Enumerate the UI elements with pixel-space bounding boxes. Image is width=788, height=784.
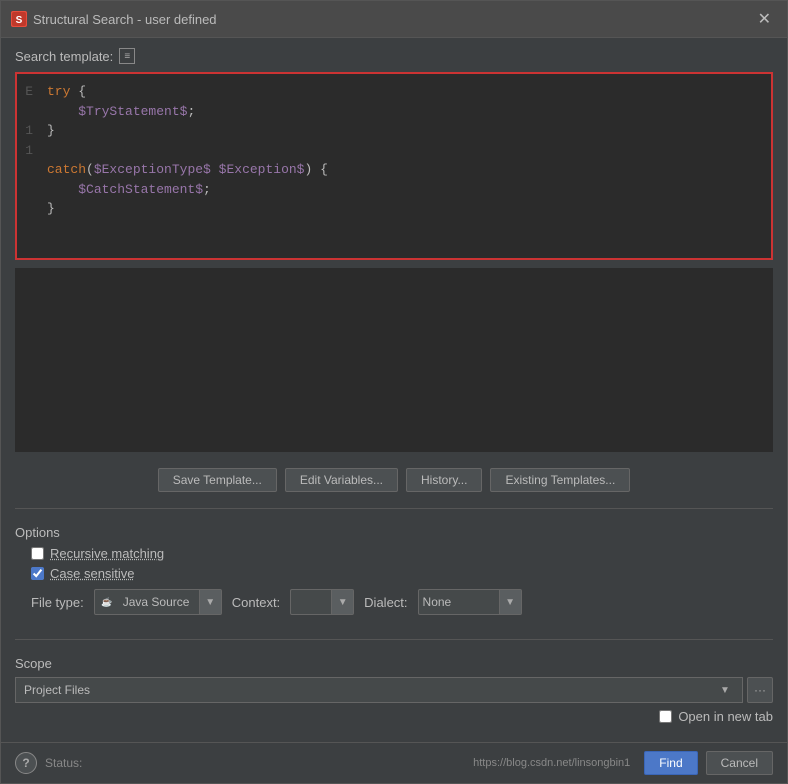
existing-templates-button[interactable]: Existing Templates...	[490, 468, 630, 492]
code-line-1: try {	[47, 82, 761, 102]
scope-value: Project Files	[24, 683, 716, 697]
java-icon: ☕	[99, 594, 115, 610]
svg-text:S: S	[16, 15, 23, 26]
file-type-row: File type: ☕ Java Source ▼ Context: ▼ Di…	[31, 589, 757, 615]
case-sensitive-checkbox[interactable]	[31, 567, 44, 580]
open-new-tab-label[interactable]: Open in new tab	[678, 709, 773, 724]
dialog-title: Structural Search - user defined	[33, 12, 217, 27]
code-line-2: $TryStatement$;	[47, 102, 761, 122]
close-button[interactable]: ✕	[752, 7, 777, 31]
file-type-label: File type:	[31, 595, 84, 610]
recursive-matching-row: Recursive matching	[31, 546, 757, 561]
find-button[interactable]: Find	[644, 751, 697, 775]
open-new-tab-row: Open in new tab	[15, 709, 773, 724]
code-line-4	[47, 141, 761, 161]
title-bar-left: S Structural Search - user defined	[11, 11, 217, 27]
save-template-button[interactable]: Save Template...	[158, 468, 277, 492]
scope-label: Scope	[15, 656, 773, 671]
scope-row: Project Files ▼ ···	[15, 677, 773, 703]
code-editor[interactable]: E 1 1 try { $TryStatement$; } catch($Exc…	[15, 72, 773, 260]
help-button[interactable]: ?	[15, 752, 37, 774]
divider-1	[15, 508, 773, 509]
options-label: Options	[15, 525, 773, 540]
bottom-bar: ? Status: https://blog.csdn.net/linsongb…	[1, 742, 787, 783]
scope-more-button[interactable]: ···	[747, 677, 773, 703]
file-type-value: Java Source	[119, 595, 199, 609]
options-section: Options Recursive matching Case sensitiv…	[15, 521, 773, 627]
case-sensitive-row: Case sensitive	[31, 566, 757, 581]
recursive-matching-checkbox[interactable]	[31, 547, 44, 560]
dialog-body: Search template: ≡ E 1 1 try { $TryState…	[1, 38, 787, 742]
open-new-tab-checkbox[interactable]	[659, 710, 672, 723]
code-line-7: }	[47, 199, 761, 219]
status-label: Status:	[45, 756, 82, 770]
edit-variables-button[interactable]: Edit Variables...	[285, 468, 398, 492]
dialect-select[interactable]: None ▼	[418, 589, 522, 615]
template-icon: ≡	[119, 48, 135, 64]
file-type-select[interactable]: ☕ Java Source ▼	[94, 589, 222, 615]
dialect-dropdown-arrow[interactable]: ▼	[499, 590, 521, 614]
context-label: Context:	[232, 595, 280, 610]
context-select[interactable]: ▼	[290, 589, 354, 615]
code-line-3: }	[47, 121, 761, 141]
code-content[interactable]: try { $TryStatement$; } catch($Exception…	[37, 74, 771, 258]
title-bar: S Structural Search - user defined ✕	[1, 1, 787, 38]
bottom-right: https://blog.csdn.net/linsongbin1 Find C…	[473, 751, 773, 775]
context-dropdown-arrow[interactable]: ▼	[331, 590, 353, 614]
code-line-6: $CatchStatement$;	[47, 180, 761, 200]
case-sensitive-label[interactable]: Case sensitive	[50, 566, 135, 581]
cancel-button[interactable]: Cancel	[706, 751, 773, 775]
scope-section: Scope Project Files ▼ ··· Open in new ta…	[15, 652, 773, 732]
dialect-value: None	[419, 595, 499, 609]
empty-editor-area	[15, 268, 773, 452]
action-buttons: Find Cancel	[644, 751, 773, 775]
file-type-dropdown-arrow[interactable]: ▼	[199, 590, 221, 614]
code-line-5: catch($ExceptionType$ $Exception$) {	[47, 160, 761, 180]
structural-search-dialog: S Structural Search - user defined ✕ Sea…	[0, 0, 788, 784]
status-row: ? Status:	[15, 752, 82, 774]
search-template-text: Search template:	[15, 49, 113, 64]
divider-2	[15, 639, 773, 640]
dialect-label: Dialect:	[364, 595, 407, 610]
line-numbers: E 1 1	[17, 74, 37, 258]
url-text: https://blog.csdn.net/linsongbin1	[473, 757, 630, 769]
history-button[interactable]: History...	[406, 468, 482, 492]
search-template-label: Search template: ≡	[15, 48, 773, 64]
recursive-matching-label[interactable]: Recursive matching	[50, 546, 164, 561]
scope-dropdown-arrow[interactable]: ▼	[716, 678, 734, 702]
app-icon: S	[11, 11, 27, 27]
toolbar: Save Template... Edit Variables... Histo…	[15, 460, 773, 496]
scope-select[interactable]: Project Files ▼	[15, 677, 743, 703]
